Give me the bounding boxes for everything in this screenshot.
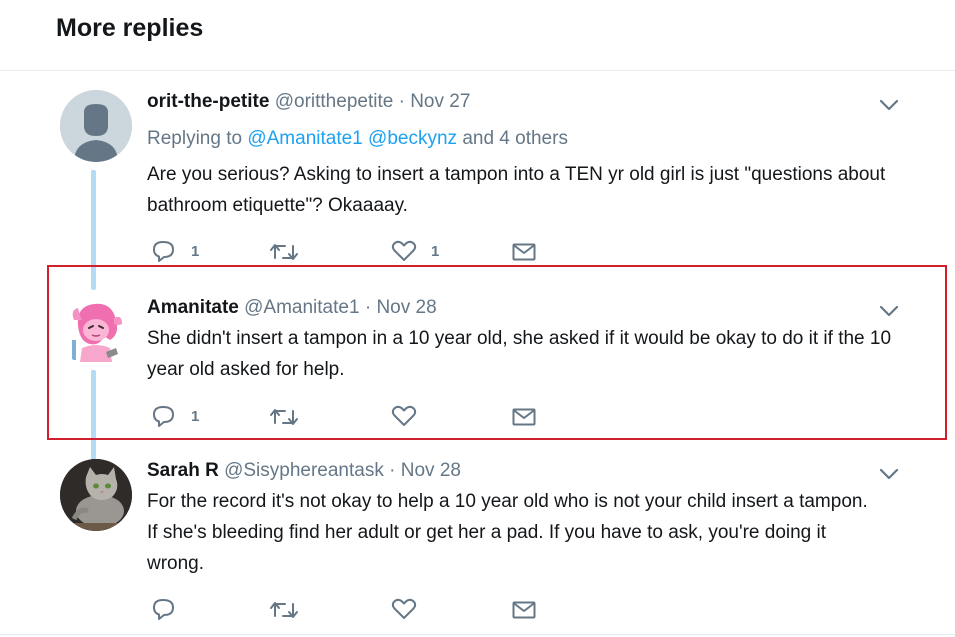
like-button[interactable]: 1 — [391, 240, 439, 262]
tweet-header: orit-the-petite @oritthepetite · Nov 27 — [147, 90, 470, 114]
divider — [0, 634, 955, 635]
gray-cat-photo — [60, 459, 132, 531]
direct-message-button[interactable] — [512, 601, 536, 619]
avatar[interactable] — [60, 459, 132, 531]
highlight-box — [47, 265, 947, 440]
chevron-down-icon[interactable] — [878, 467, 900, 481]
like-count: 1 — [431, 242, 440, 260]
mention-link[interactable]: @Amanitate1 — [247, 128, 362, 149]
mention-link[interactable]: @beckynz — [368, 128, 457, 149]
others-link[interactable]: and 4 others — [462, 128, 568, 149]
heart-icon — [391, 240, 417, 261]
tweet[interactable]: Sarah R @Sisyphereantask · Nov 28 For th… — [0, 459, 955, 629]
tweet[interactable]: orit-the-petite @oritthepetite · Nov 27 … — [0, 90, 955, 262]
user-handle[interactable]: @Sisyphereantask — [224, 460, 384, 481]
tweet-date[interactable]: Nov 28 — [401, 460, 461, 481]
display-name[interactable]: Sarah R — [147, 460, 219, 481]
retweet-icon — [270, 244, 298, 260]
tweet-text: For the record it's not okay to help a 1… — [147, 491, 868, 574]
reply-count: 1 — [191, 242, 200, 260]
display-name[interactable]: orit-the-petite — [147, 91, 269, 112]
like-button[interactable] — [391, 598, 417, 620]
user-handle[interactable]: @oritthepetite — [275, 91, 394, 112]
section-title: More replies — [56, 14, 204, 42]
replying-to-label: Replying to — [147, 128, 243, 149]
reply-button[interactable]: 1 — [151, 240, 199, 262]
heart-icon — [391, 598, 417, 619]
reply-icon — [153, 241, 174, 262]
retweet-button[interactable] — [269, 242, 299, 262]
divider — [0, 70, 955, 71]
avatar[interactable] — [60, 90, 132, 162]
default-user-icon — [60, 90, 132, 162]
tweet-header: Sarah R @Sisyphereantask · Nov 28 — [147, 459, 461, 483]
reply-button[interactable] — [151, 598, 177, 620]
separator: · — [389, 460, 396, 481]
replying-to: Replying to @Amanitate1 @beckynz and 4 o… — [147, 127, 568, 151]
reply-icon — [153, 599, 174, 620]
envelope-icon — [512, 243, 536, 261]
envelope-icon — [512, 601, 536, 619]
direct-message-button[interactable] — [512, 243, 536, 261]
chevron-down-icon[interactable] — [878, 98, 900, 112]
retweet-button[interactable] — [269, 600, 299, 620]
separator: · — [398, 91, 405, 112]
tweet-text: Are you serious? Asking to insert a tamp… — [147, 164, 886, 216]
retweet-icon — [270, 602, 298, 618]
tweet-date[interactable]: Nov 27 — [410, 91, 470, 112]
